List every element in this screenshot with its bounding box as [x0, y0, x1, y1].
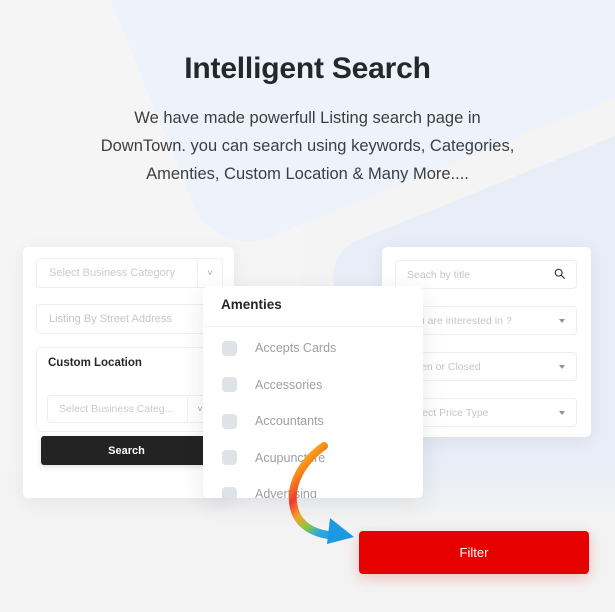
caret-down-icon[interactable] — [559, 318, 565, 323]
checkbox-icon[interactable] — [222, 486, 237, 498]
list-item[interactable]: Accountants — [203, 403, 423, 440]
price-type-placeholder: Select Price Type — [407, 406, 489, 419]
list-item-label: Accessories — [255, 377, 323, 392]
checkbox-icon[interactable] — [222, 340, 237, 356]
page-subtitle: We have made powerfull Listing search pa… — [100, 109, 515, 183]
custom-location-category-select[interactable]: Select Business Categ... ˅ — [47, 395, 213, 423]
custom-location-category-placeholder: Select Business Categ... — [59, 403, 174, 415]
interested-in-placeholder: You are interested in ? — [407, 314, 512, 327]
business-category-placeholder: Select Business Category — [49, 267, 175, 279]
page-title: Intelligent Search — [184, 52, 431, 85]
caret-down-icon[interactable] — [559, 410, 565, 415]
amenties-panel-title: Amenties — [221, 297, 282, 312]
amenties-divider — [203, 326, 423, 327]
chevron-down-icon[interactable]: ˅ — [197, 259, 222, 287]
filter-button[interactable]: Filter — [359, 531, 589, 574]
list-item[interactable]: Acupuncture — [203, 440, 423, 477]
search-icon[interactable] — [554, 268, 565, 282]
street-address-placeholder: Listing By Street Address — [49, 313, 172, 325]
caret-down-icon[interactable] — [559, 364, 565, 369]
amenties-list: Accepts Cards Accessories Accountants Ac… — [203, 330, 423, 498]
search-by-title-placeholder: Seach by title — [407, 268, 471, 281]
list-item-label: Accountants — [255, 414, 324, 429]
list-item[interactable]: Accepts Cards — [203, 330, 423, 367]
list-item[interactable]: Advertising — [203, 476, 423, 498]
checkbox-icon[interactable] — [222, 450, 237, 466]
list-item-label: Acupuncture — [255, 450, 326, 465]
checkbox-icon[interactable] — [222, 377, 237, 393]
amenties-dropdown-panel: Amenties Accepts Cards Accessories Accou… — [203, 286, 423, 498]
street-address-input[interactable]: Listing By Street Address — [36, 304, 223, 334]
business-category-select[interactable]: Select Business Category ˅ — [36, 258, 223, 288]
custom-location-header[interactable]: Custom Location ˅ — [48, 357, 212, 369]
custom-location-label: Custom Location — [48, 357, 142, 369]
open-or-closed-placeholder: Open or Closed — [407, 360, 481, 373]
checkbox-icon[interactable] — [222, 413, 237, 429]
page-header: Intelligent Search We have made powerful… — [0, 0, 615, 188]
list-item-label: Advertising — [255, 487, 317, 498]
list-item-label: Accepts Cards — [255, 341, 337, 356]
search-button[interactable]: Search — [41, 436, 212, 465]
search-by-title-input[interactable]: Seach by title — [395, 260, 577, 289]
list-item[interactable]: Accessories — [203, 367, 423, 404]
